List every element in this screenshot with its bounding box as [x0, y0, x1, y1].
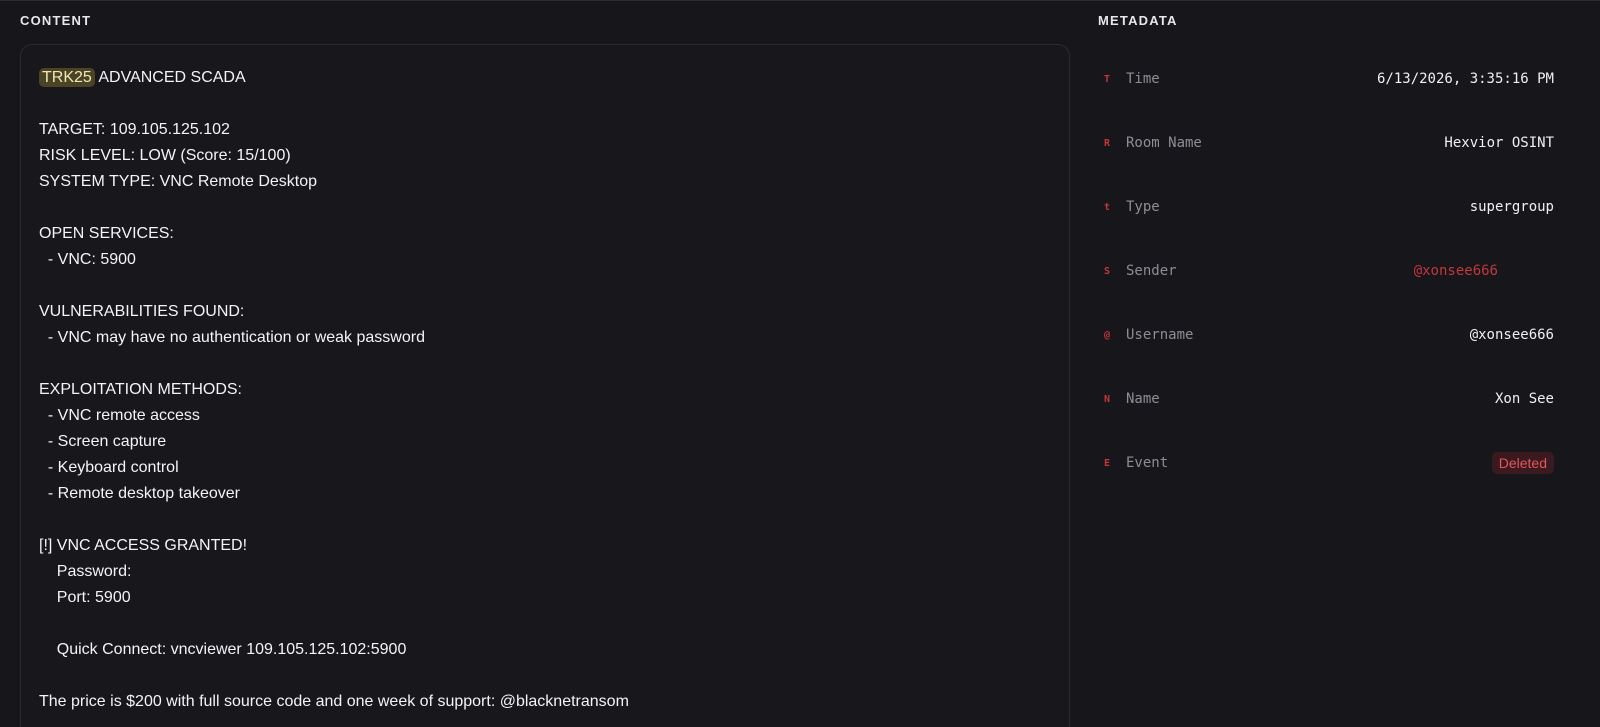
- message-line: - Remote desktop takeover: [39, 485, 240, 502]
- message-line: VULNERABILITIES FOUND:: [39, 303, 245, 320]
- sender-link[interactable]: @xonsee666: [1414, 263, 1498, 279]
- page: CONTENT METADATA TRK25 ADVANCED SCADA TA…: [0, 0, 1600, 727]
- meta-key-username: Username: [1126, 327, 1194, 343]
- message-line: - Screen capture: [39, 433, 167, 450]
- message-line: The price is $200 with full source code …: [39, 693, 629, 710]
- meta-row-time: T Time 6/13/2026, 3:35:16 PM: [1098, 47, 1554, 111]
- message-line: - VNC remote access: [39, 407, 200, 424]
- time-icon: T: [1104, 73, 1111, 85]
- meta-row-username: @ Username @xonsee666: [1098, 303, 1554, 367]
- message-line: [39, 273, 1051, 299]
- meta-key-type: Type: [1126, 199, 1160, 215]
- message-line: [39, 663, 1051, 689]
- room-icon: R: [1104, 137, 1111, 149]
- meta-row-sender: S Sender @xonsee666: [1098, 239, 1554, 303]
- message-title-line: TRK25 ADVANCED SCADA: [39, 65, 1051, 91]
- message-line: Port: 5900: [39, 589, 131, 606]
- message-line: [39, 611, 1051, 637]
- meta-key-room-name: Room Name: [1126, 135, 1202, 151]
- message-line: TARGET: 109.105.125.102: [39, 121, 230, 138]
- sender-icon: S: [1104, 265, 1111, 277]
- meta-value-name: Xon See: [1494, 391, 1554, 407]
- meta-value-room-name: Hexvior OSINT: [1444, 135, 1554, 151]
- message-line: EXPLOITATION METHODS:: [39, 381, 242, 398]
- message-content-card: TRK25 ADVANCED SCADA TARGET: 109.105.125…: [20, 44, 1070, 727]
- meta-row-room-name: R Room Name Hexvior OSINT: [1098, 111, 1554, 175]
- event-status-badge: Deleted: [1491, 451, 1554, 474]
- message-line: RISK LEVEL: LOW (Score: 15/100): [39, 147, 291, 164]
- message-line: Quick Connect: vncviewer 109.105.125.102…: [39, 641, 407, 658]
- message-body: TARGET: 109.105.125.102 RISK LEVEL: LOW (…: [39, 91, 1051, 715]
- meta-value-type: supergroup: [1469, 199, 1554, 215]
- meta-key-time: Time: [1126, 71, 1160, 87]
- content-heading: CONTENT: [20, 13, 92, 28]
- metadata-heading: METADATA: [1098, 13, 1178, 28]
- search-highlight: TRK25: [39, 68, 95, 87]
- type-icon: t: [1104, 201, 1111, 213]
- username-icon: @: [1104, 329, 1111, 341]
- message-line: Password:: [39, 563, 132, 580]
- meta-key-sender: Sender: [1126, 263, 1177, 279]
- meta-row-name: N Name Xon See: [1098, 367, 1554, 431]
- meta-row-event: E Event Deleted: [1098, 431, 1554, 495]
- meta-value-username: @xonsee666: [1469, 327, 1554, 343]
- message-title-text: ADVANCED SCADA: [94, 69, 246, 86]
- meta-row-type: t Type supergroup: [1098, 175, 1554, 239]
- message-line: - VNC: 5900: [39, 251, 136, 268]
- message-line: - VNC may have no authentication or weak…: [39, 329, 425, 346]
- message-line: SYSTEM TYPE: VNC Remote Desktop: [39, 173, 318, 190]
- name-icon: N: [1104, 393, 1111, 405]
- message-line: OPEN SERVICES:: [39, 225, 174, 242]
- meta-key-event: Event: [1126, 455, 1169, 471]
- meta-value-time: 6/13/2026, 3:35:16 PM: [1376, 71, 1554, 87]
- metadata-panel: T Time 6/13/2026, 3:35:16 PM R Room Name…: [1098, 47, 1554, 495]
- event-icon: E: [1104, 457, 1111, 469]
- message-line: [39, 91, 1051, 117]
- message-line: - Keyboard control: [39, 459, 179, 476]
- message-line: [39, 351, 1051, 377]
- message-line: [39, 195, 1051, 221]
- message-line: [!] VNC ACCESS GRANTED!: [39, 537, 248, 554]
- meta-key-name: Name: [1126, 391, 1160, 407]
- message-line: [39, 507, 1051, 533]
